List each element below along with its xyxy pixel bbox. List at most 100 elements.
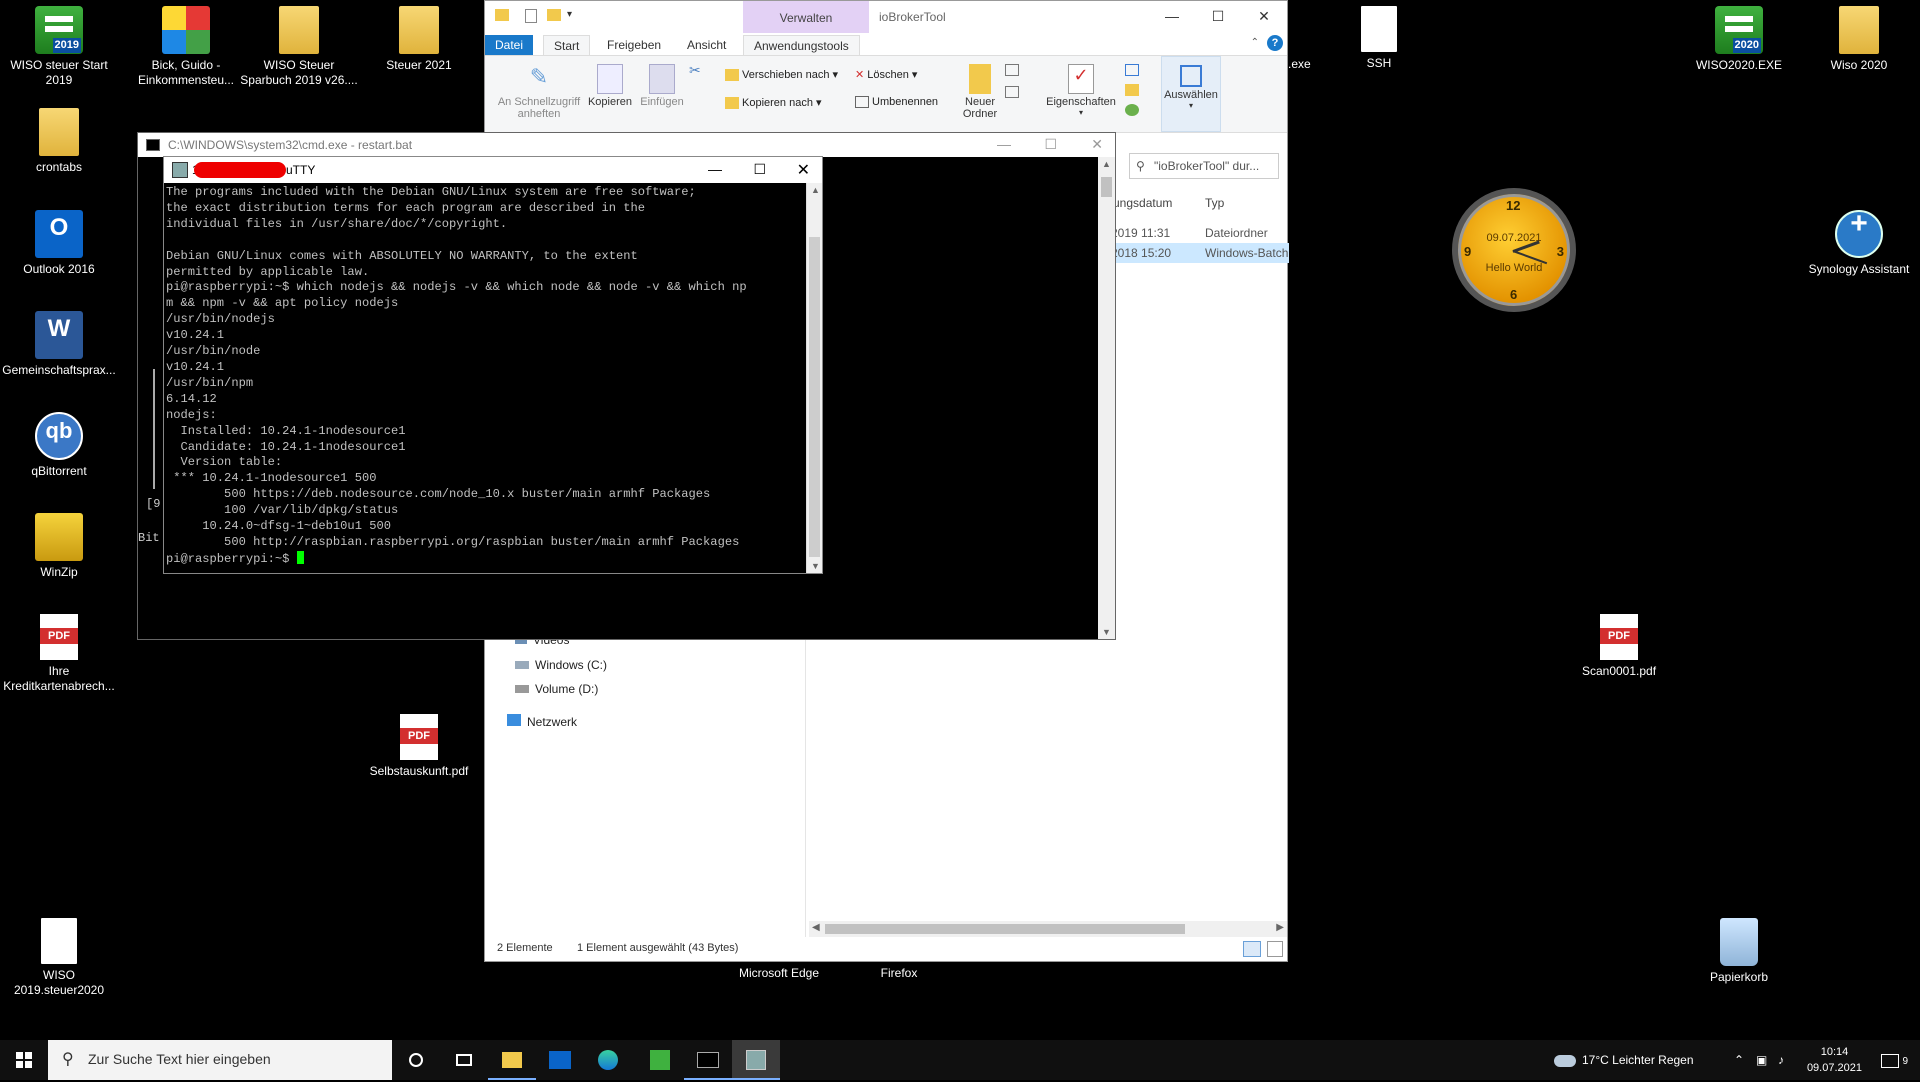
notification-center-button[interactable]: 9 <box>1881 1040 1908 1080</box>
desktop-icon-edge[interactable]: Microsoft Edge <box>720 966 838 981</box>
rename-button[interactable]: Umbenennen <box>855 96 938 109</box>
cmd-scrollbar[interactable]: ▲ ▼ <box>1098 157 1115 639</box>
copy-button[interactable]: Kopieren <box>583 64 637 108</box>
tab-anwendungstools[interactable]: Anwendungstools <box>743 35 860 55</box>
file-row[interactable]: 2019 11:31 Dateiordner <box>1111 223 1289 243</box>
new-folder-button[interactable]: Neuer Ordner <box>955 64 1005 120</box>
weather-widget[interactable]: 17°C Leichter Regen <box>1554 1040 1694 1080</box>
desktop-icon-qbittorrent[interactable]: qBittorrent <box>0 412 118 479</box>
nav-item-volume-d[interactable]: Volume (D:) <box>515 682 598 696</box>
customize-qat-icon[interactable]: ▾ <box>567 9 572 20</box>
easy-access-icon[interactable] <box>1005 86 1019 98</box>
properties-button[interactable]: ✓ Eigenschaften ▾ <box>1041 64 1121 117</box>
start-button[interactable] <box>0 1040 48 1080</box>
taskbar-search[interactable]: ⚲ Zur Suche Text hier eingeben <box>48 1040 392 1080</box>
terminal-output[interactable]: The programs included with the Debian GN… <box>166 185 804 573</box>
desktop-icon-firefox[interactable]: Firefox <box>840 966 958 981</box>
putty-window[interactable]: 1 uTTY — ☐ ✕ The programs included with … <box>163 156 823 574</box>
collapse-ribbon-icon[interactable]: ⌃ <box>1251 37 1259 48</box>
scroll-up-icon[interactable]: ▲ <box>1102 159 1111 169</box>
taskbar-explorer[interactable] <box>488 1040 536 1080</box>
open-icon[interactable] <box>1125 64 1139 76</box>
copy-to-button[interactable]: Kopieren nach ▾ <box>725 96 822 110</box>
scroll-left-icon[interactable]: ◀ <box>812 922 820 933</box>
taskbar-cmd[interactable] <box>684 1040 732 1080</box>
quick-access-folder-icon[interactable] <box>495 9 509 21</box>
tiles-view-icon[interactable] <box>1267 941 1283 957</box>
scroll-up-icon[interactable]: ▲ <box>811 185 820 195</box>
network-icon[interactable]: ▣ <box>1756 1040 1767 1080</box>
edit-icon[interactable] <box>1125 84 1139 96</box>
tab-ansicht[interactable]: Ansicht <box>677 35 736 55</box>
move-to-button[interactable]: Verschieben nach ▾ <box>725 68 838 82</box>
column-header-type[interactable]: Typ <box>1205 196 1224 210</box>
column-header-date[interactable]: ungsdatum <box>1113 196 1172 210</box>
desktop-icon-scan0001[interactable]: Scan0001.pdf <box>1560 614 1678 679</box>
scrollbar-thumb[interactable] <box>1101 177 1112 197</box>
desktop-icon-papierkorb[interactable]: Papierkorb <box>1680 918 1798 985</box>
close-button[interactable]: ✕ <box>797 160 810 180</box>
cmd-titlebar[interactable]: C:\WINDOWS\system32\cmd.exe - restart.ba… <box>138 133 1115 157</box>
desktop-icon-crontabs[interactable]: crontabs <box>0 108 118 175</box>
explorer-titlebar[interactable]: ▾ Verwalten ioBrokerTool — ☐ ✕ <box>485 1 1287 33</box>
show-hidden-icons-icon[interactable]: ⌃ <box>1734 1040 1744 1080</box>
desktop-icon-wiso2020-exe[interactable]: 2020 WISO2020.EXE <box>1680 6 1798 73</box>
scroll-down-icon[interactable]: ▼ <box>811 561 820 571</box>
taskbar-outlook[interactable] <box>536 1040 584 1080</box>
scroll-down-icon[interactable]: ▼ <box>1102 627 1111 637</box>
properties-qat-icon[interactable] <box>525 9 537 23</box>
select-button[interactable]: Auswählen ▾ <box>1161 56 1221 132</box>
help-icon[interactable]: ? <box>1267 35 1283 51</box>
tab-start[interactable]: Start <box>543 35 591 55</box>
scrollbar-thumb[interactable] <box>825 924 1185 934</box>
minimize-button[interactable]: — <box>708 161 722 177</box>
volume-icon[interactable]: ♪ <box>1778 1040 1784 1080</box>
scrollbar-thumb[interactable] <box>809 237 820 557</box>
close-button[interactable]: ✕ <box>1091 136 1103 153</box>
tab-freigeben[interactable]: Freigeben <box>597 35 671 55</box>
desktop-icon-wiso-2019[interactable]: 2019 WISO steuer Start 2019 <box>0 6 118 88</box>
new-folder-qat-icon[interactable] <box>547 9 561 21</box>
pin-quick-access-button[interactable]: ✎ An Schnellzugriff anheften <box>491 64 587 120</box>
clock-widget[interactable]: 12 3 6 9 09.07.2021 Hello World <box>1452 188 1576 312</box>
taskbar-wiso[interactable] <box>636 1040 684 1080</box>
scroll-right-icon[interactable]: ▶ <box>1276 922 1284 933</box>
desktop-icon-synology[interactable]: Synology Assistant <box>1800 210 1918 277</box>
new-item-icon[interactable] <box>1005 64 1019 76</box>
desktop-icon-wiso-sparbuch[interactable]: WISO Steuer Sparbuch 2019 v26.... <box>240 6 358 88</box>
details-view-icon[interactable] <box>1243 941 1261 957</box>
minimize-button[interactable]: — <box>1149 1 1195 31</box>
tab-datei[interactable]: Datei <box>485 35 534 55</box>
pane-divider[interactable] <box>805 637 806 937</box>
task-view-button[interactable] <box>440 1040 488 1080</box>
desktop-icon-exe[interactable]: .exe <box>1288 57 1311 71</box>
desktop-icon-selbstauskunft[interactable]: Selbstauskunft.pdf <box>360 714 478 779</box>
desktop-icon-wiso-2020[interactable]: Wiso 2020 <box>1800 6 1918 73</box>
maximize-button[interactable]: ☐ <box>1044 136 1057 153</box>
desktop-icon-ssh[interactable]: SSH <box>1320 6 1438 71</box>
cut-icon[interactable]: ✂ <box>689 62 701 79</box>
desktop-icon-bick[interactable]: Bick, Guido - Einkommensteu... <box>127 6 245 88</box>
paste-button[interactable]: Einfügen <box>635 64 689 108</box>
history-icon[interactable] <box>1125 104 1139 116</box>
maximize-button[interactable]: ☐ <box>753 161 766 178</box>
cortana-button[interactable] <box>392 1040 440 1080</box>
putty-titlebar[interactable]: 1 uTTY — ☐ ✕ <box>164 157 822 183</box>
maximize-button[interactable]: ☐ <box>1195 1 1241 31</box>
putty-scrollbar[interactable]: ▲ ▼ <box>806 183 822 573</box>
desktop-icon-outlook[interactable]: Outlook 2016 <box>0 210 118 277</box>
desktop-icon-gemeinschaftspraxis[interactable]: Gemeinschaftsprax... <box>0 311 118 378</box>
taskbar-putty[interactable] <box>732 1040 780 1080</box>
desktop-icon-winzip[interactable]: WinZip <box>0 513 118 580</box>
delete-button[interactable]: ✕ Löschen ▾ <box>855 68 917 81</box>
search-box[interactable]: ⚲ "ioBrokerTool" dur... <box>1129 153 1279 179</box>
file-row-selected[interactable]: 2018 15:20 Windows-Batch <box>1111 243 1289 263</box>
nav-item-windows-c[interactable]: Windows (C:) <box>515 658 607 672</box>
context-tab-verwalten[interactable]: Verwalten <box>743 1 869 33</box>
nav-item-netzwerk[interactable]: Netzwerk <box>507 714 577 729</box>
desktop-icon-steuer-2021[interactable]: Steuer 2021 <box>360 6 478 73</box>
taskbar-edge[interactable] <box>584 1040 632 1080</box>
desktop-icon-wiso-steuer2020[interactable]: WISO 2019.steuer2020 <box>0 918 118 998</box>
desktop-icon-kreditkarte[interactable]: Ihre Kreditkartenabrech... <box>0 614 118 694</box>
horizontal-scrollbar[interactable]: ◀ ▶ <box>809 921 1287 937</box>
